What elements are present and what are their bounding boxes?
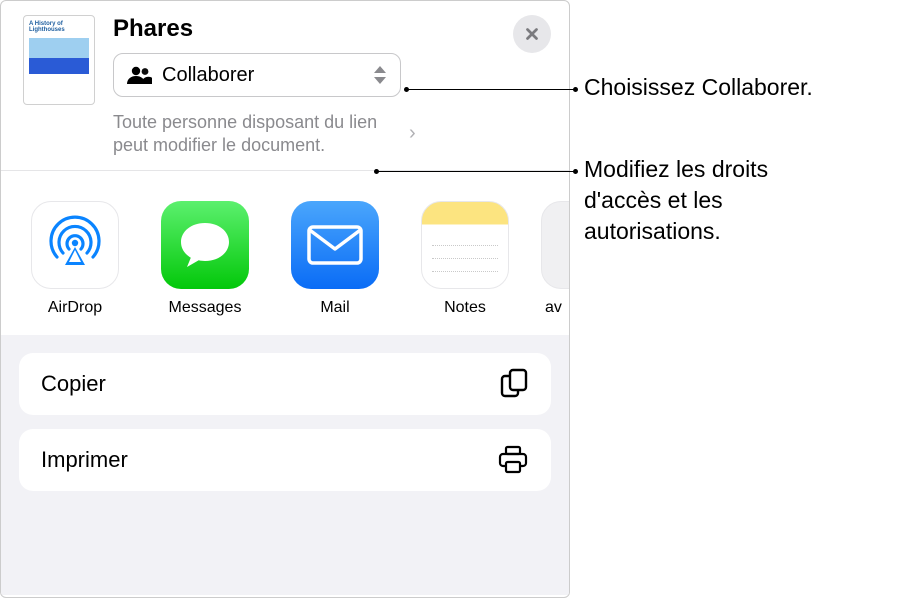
app-label: Notes xyxy=(444,299,486,317)
annotation-choose: Choisissez Collaborer. xyxy=(584,72,813,103)
collaborate-label: Collaborer xyxy=(162,64,254,87)
action-label: Imprimer xyxy=(41,447,128,473)
thumbnail-title: A History of Lighthouses xyxy=(29,21,89,33)
copy-action[interactable]: Copier xyxy=(19,353,551,415)
app-label: av xyxy=(541,299,562,317)
close-button[interactable] xyxy=(513,15,551,53)
messages-icon xyxy=(161,201,249,289)
document-title: Phares xyxy=(113,15,495,43)
app-notes[interactable]: Notes xyxy=(421,201,509,317)
app-label: AirDrop xyxy=(48,299,102,317)
print-icon xyxy=(497,445,529,475)
annotation-leader xyxy=(375,171,577,172)
share-header-main: Phares Collaborer Toute personne disposa… xyxy=(113,15,495,156)
share-apps-row: AirDrop Messages Mail xyxy=(1,171,569,335)
action-list: Copier Imprimer xyxy=(1,335,569,595)
share-header: A History of Lighthouses Phares Collabor… xyxy=(1,1,569,171)
airdrop-icon xyxy=(31,201,119,289)
document-thumbnail: A History of Lighthouses xyxy=(23,15,95,105)
close-icon xyxy=(523,25,541,43)
collaborate-select[interactable]: Collaborer xyxy=(113,53,401,97)
print-action[interactable]: Imprimer xyxy=(19,429,551,491)
notes-icon xyxy=(421,201,509,289)
app-airdrop[interactable]: AirDrop xyxy=(31,201,119,317)
app-messages[interactable]: Messages xyxy=(161,201,249,317)
chevron-right-icon: › xyxy=(409,121,416,146)
annotations-panel: Choisissez Collaborer. Modifiez les droi… xyxy=(570,0,916,598)
people-icon xyxy=(126,65,152,85)
app-mail[interactable]: Mail xyxy=(291,201,379,317)
action-label: Copier xyxy=(41,371,106,397)
app-more-icon xyxy=(541,201,569,289)
app-more[interactable]: av xyxy=(541,201,569,317)
copy-icon xyxy=(499,368,529,400)
permission-text: Toute personne disposant du lien peut mo… xyxy=(113,111,403,156)
updown-icon xyxy=(374,66,386,84)
annotation-modify: Modifiez les droits d'accès et les autor… xyxy=(584,154,844,247)
permission-row[interactable]: Toute personne disposant du lien peut mo… xyxy=(113,111,495,156)
app-label: Mail xyxy=(320,299,349,317)
annotation-leader xyxy=(405,89,577,90)
thumbnail-image xyxy=(29,38,89,74)
app-label: Messages xyxy=(169,299,242,317)
mail-icon xyxy=(291,201,379,289)
